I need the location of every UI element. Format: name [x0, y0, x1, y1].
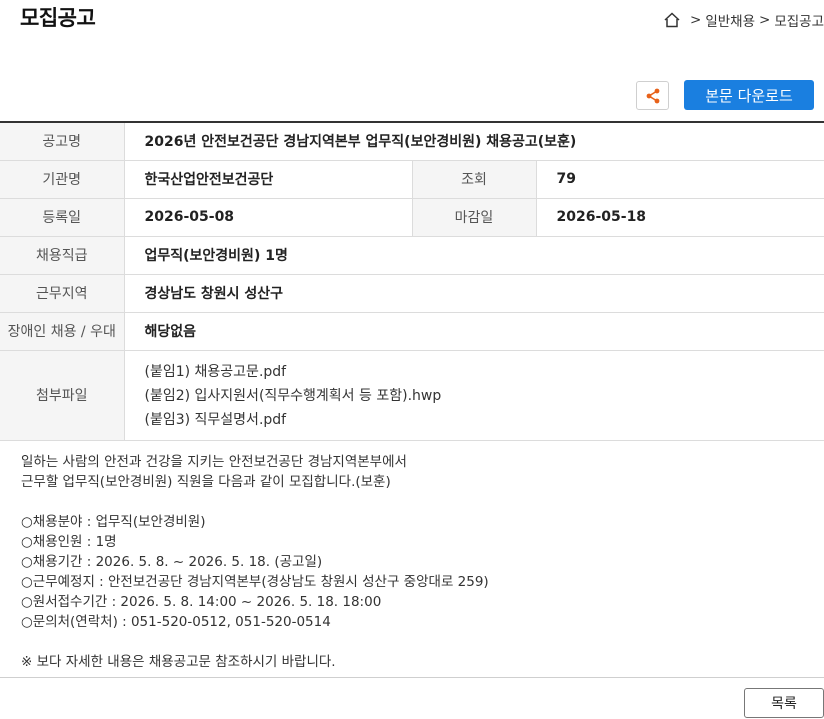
deadline-value: 2026-05-18: [536, 198, 824, 237]
body-detail-item: ○원서접수기간 : 2026. 5. 8. 14:00 ~ 2026. 5. 1…: [21, 594, 382, 610]
organization-value: 한국산업안전보건공단: [124, 160, 413, 199]
position-value: 업무직(보안경비원) 1명: [124, 236, 824, 275]
body-detail-item: ○채용기간 : 2026. 5. 8. ~ 2026. 5. 18. (공고일): [21, 554, 323, 570]
body-detail-item: ○채용인원 : 1명: [21, 534, 117, 550]
download-body-button[interactable]: 본문 다운로드: [684, 80, 814, 110]
table-row: 채용직급 업무직(보안경비원) 1명: [0, 236, 824, 275]
body-intro-line: 일하는 사람의 안전과 건강을 지키는 안전보건공단 경남지역본부에서: [21, 454, 407, 470]
breadcrumb-separator: >: [690, 12, 702, 28]
label-deadline: 마감일: [412, 198, 537, 237]
table-row: 첨부파일 (붙임1) 채용공고문.pdf (붙임2) 입사지원서(직무수행계획서…: [0, 350, 824, 441]
table-row: 기관명 한국산업안전보건공단 조회 79: [0, 160, 824, 199]
breadcrumb-item-general[interactable]: 일반채용: [705, 10, 755, 30]
home-icon[interactable]: [663, 11, 681, 29]
attachment-link[interactable]: (붙임3) 직무설명서.pdf: [145, 408, 824, 432]
label-disability: 장애인 채용 / 우대: [0, 312, 125, 351]
label-position: 채용직급: [0, 236, 125, 275]
registration-date-value: 2026-05-08: [124, 198, 413, 237]
disability-value: 해당없음: [124, 312, 824, 351]
label-attachments: 첨부파일: [0, 350, 125, 441]
views-value: 79: [536, 160, 824, 199]
page-title: 모집공고: [20, 6, 96, 30]
label-registration-date: 등록일: [0, 198, 125, 237]
breadcrumb-item-current: 모집공고: [774, 14, 824, 30]
table-row: 등록일 2026-05-08 마감일 2026-05-18: [0, 198, 824, 237]
share-icon: [646, 88, 659, 103]
body-note: ※ 보다 자세한 내용은 채용공고문 참조하시기 바랍니다.: [21, 654, 336, 670]
notice-body: 일하는 사람의 안전과 건강을 지키는 안전보건공단 경남지역본부에서 근무할 …: [21, 452, 811, 672]
info-table: 공고명 2026년 안전보건공단 경남지역본부 업무직(보안경비원) 채용공고(…: [0, 121, 824, 441]
breadcrumb: > 일반채용 > 모집공고: [663, 10, 824, 30]
breadcrumb-separator: >: [759, 12, 771, 28]
label-notice-title: 공고명: [0, 122, 125, 161]
attachment-link[interactable]: (붙임2) 입사지원서(직무수행계획서 등 포함).hwp: [145, 384, 824, 408]
work-region-value: 경상남도 창원시 성산구: [124, 274, 824, 313]
body-detail-item: ○채용분야 : 업무직(보안경비원): [21, 514, 206, 530]
body-detail-item: ○근무예정지 : 안전보건공단 경남지역본부(경상남도 창원시 성산구 중앙대로…: [21, 574, 489, 590]
attachment-link[interactable]: (붙임1) 채용공고문.pdf: [145, 360, 824, 384]
label-organization: 기관명: [0, 160, 125, 199]
body-detail-item: ○문의처(연락처) : 051-520-0512, 051-520-0514: [21, 614, 331, 630]
label-views: 조회: [412, 160, 537, 199]
table-row: 공고명 2026년 안전보건공단 경남지역본부 업무직(보안경비원) 채용공고(…: [0, 122, 824, 161]
notice-title-value: 2026년 안전보건공단 경남지역본부 업무직(보안경비원) 채용공고(보훈): [124, 122, 824, 161]
share-button[interactable]: [636, 81, 669, 110]
table-row: 근무지역 경상남도 창원시 성산구: [0, 274, 824, 313]
label-work-region: 근무지역: [0, 274, 125, 313]
table-row: 장애인 채용 / 우대 해당없음: [0, 312, 824, 351]
body-intro-line: 근무할 업무직(보안경비원) 직원을 다음과 같이 모집합니다.(보훈): [21, 474, 391, 490]
attachment-list: (붙임1) 채용공고문.pdf (붙임2) 입사지원서(직무수행계획서 등 포함…: [124, 350, 824, 441]
list-button[interactable]: 목록: [744, 688, 824, 718]
divider: [0, 677, 824, 678]
